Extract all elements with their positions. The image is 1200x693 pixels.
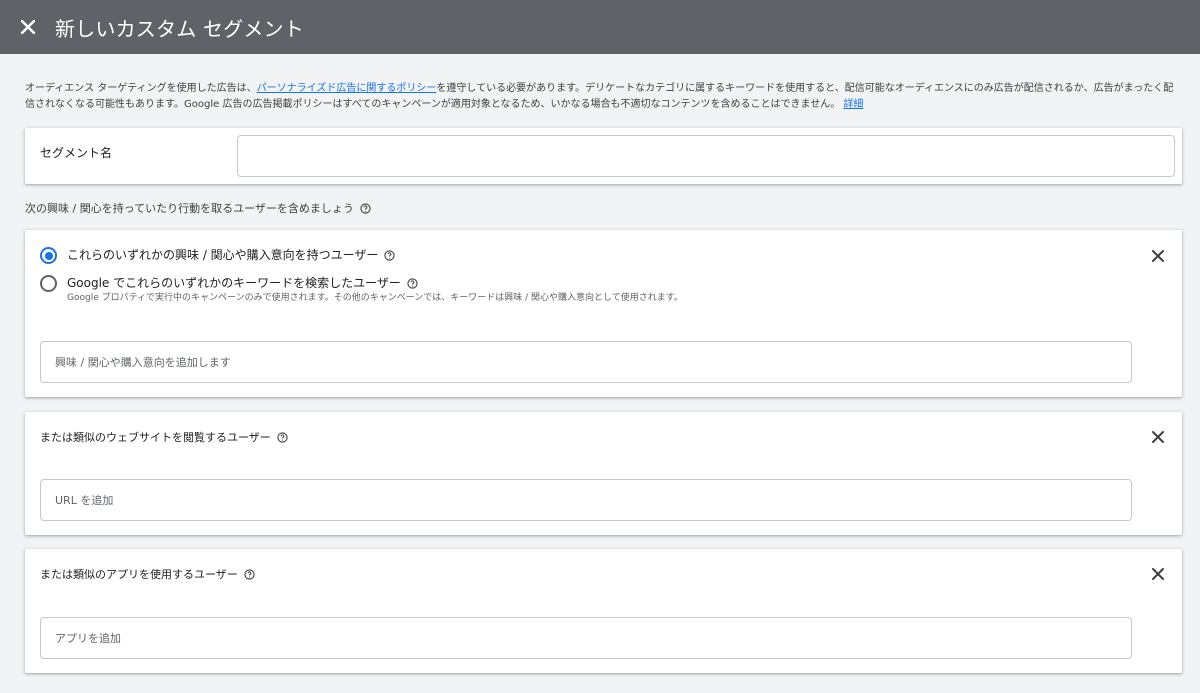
apps-card-title: または類似のアプリを使用するユーザー xyxy=(40,568,238,581)
policy-notice: オーディエンス ターゲティングを使用した広告は、パーソナライズド広告に関するポリ… xyxy=(25,81,1175,113)
websites-card-title: または類似のウェブサイトを閲覧するユーザー xyxy=(40,431,271,444)
include-users-label: 次の興味 / 関心を持っていたり行動を取るユーザーを含めましょう xyxy=(25,200,371,216)
websites-card: または類似のウェブサイトを閲覧するユーザー URL を追加 xyxy=(25,412,1182,535)
help-icon[interactable] xyxy=(277,431,288,443)
segment-name-card: セグメント名 xyxy=(25,128,1182,184)
interests-option-label: これらのいずれかの興味 / 関心や購入意向を持つユーザー xyxy=(67,248,379,262)
help-icon[interactable] xyxy=(384,250,396,261)
interests-card: これらのいずれかの興味 / 関心や購入意向を持つユーザー Google でこれら… xyxy=(25,230,1182,397)
top-bar: 新しいカスタム セグメント xyxy=(0,0,1200,54)
notice-text-before: オーディエンス ターゲティングを使用した広告は、 xyxy=(25,83,257,94)
include-users-text: 次の興味 / 関心を持っていたり行動を取るユーザーを含めましょう xyxy=(25,202,354,215)
keywords-option-note: Google プロパティで実行中のキャンペーンのみで使用されます。その他のキャン… xyxy=(67,293,683,303)
help-icon[interactable] xyxy=(407,278,418,289)
close-icon[interactable] xyxy=(1150,429,1166,445)
radio-button[interactable] xyxy=(40,275,57,292)
close-icon[interactable] xyxy=(18,17,38,37)
interests-input[interactable]: 興味 / 関心や購入意向を追加します xyxy=(40,341,1132,383)
url-input[interactable]: URL を追加 xyxy=(40,479,1132,521)
apps-card: または類似のアプリを使用するユーザー アプリを追加 xyxy=(25,549,1182,673)
segment-name-input[interactable] xyxy=(237,135,1175,177)
radio-keywords-option[interactable]: Google でこれらのいずれかのキーワードを検索したユーザー Google プ… xyxy=(40,275,683,305)
radio-interests-option[interactable]: これらのいずれかの興味 / 関心や購入意向を持つユーザー xyxy=(40,247,396,264)
close-icon[interactable] xyxy=(1150,566,1166,582)
help-icon[interactable] xyxy=(244,568,255,580)
help-icon[interactable] xyxy=(360,202,371,214)
keywords-option-label: Google でこれらのいずれかのキーワードを検索したユーザー xyxy=(67,276,401,290)
radio-button-selected[interactable] xyxy=(40,247,57,264)
page-title: 新しいカスタム セグメント xyxy=(55,16,304,41)
app-input[interactable]: アプリを追加 xyxy=(40,617,1132,659)
segment-name-label: セグメント名 xyxy=(40,146,113,160)
details-link[interactable]: 詳細 xyxy=(843,99,863,110)
close-icon[interactable] xyxy=(1150,248,1166,264)
policy-link[interactable]: パーソナライズド広告に関するポリシー xyxy=(257,83,437,94)
